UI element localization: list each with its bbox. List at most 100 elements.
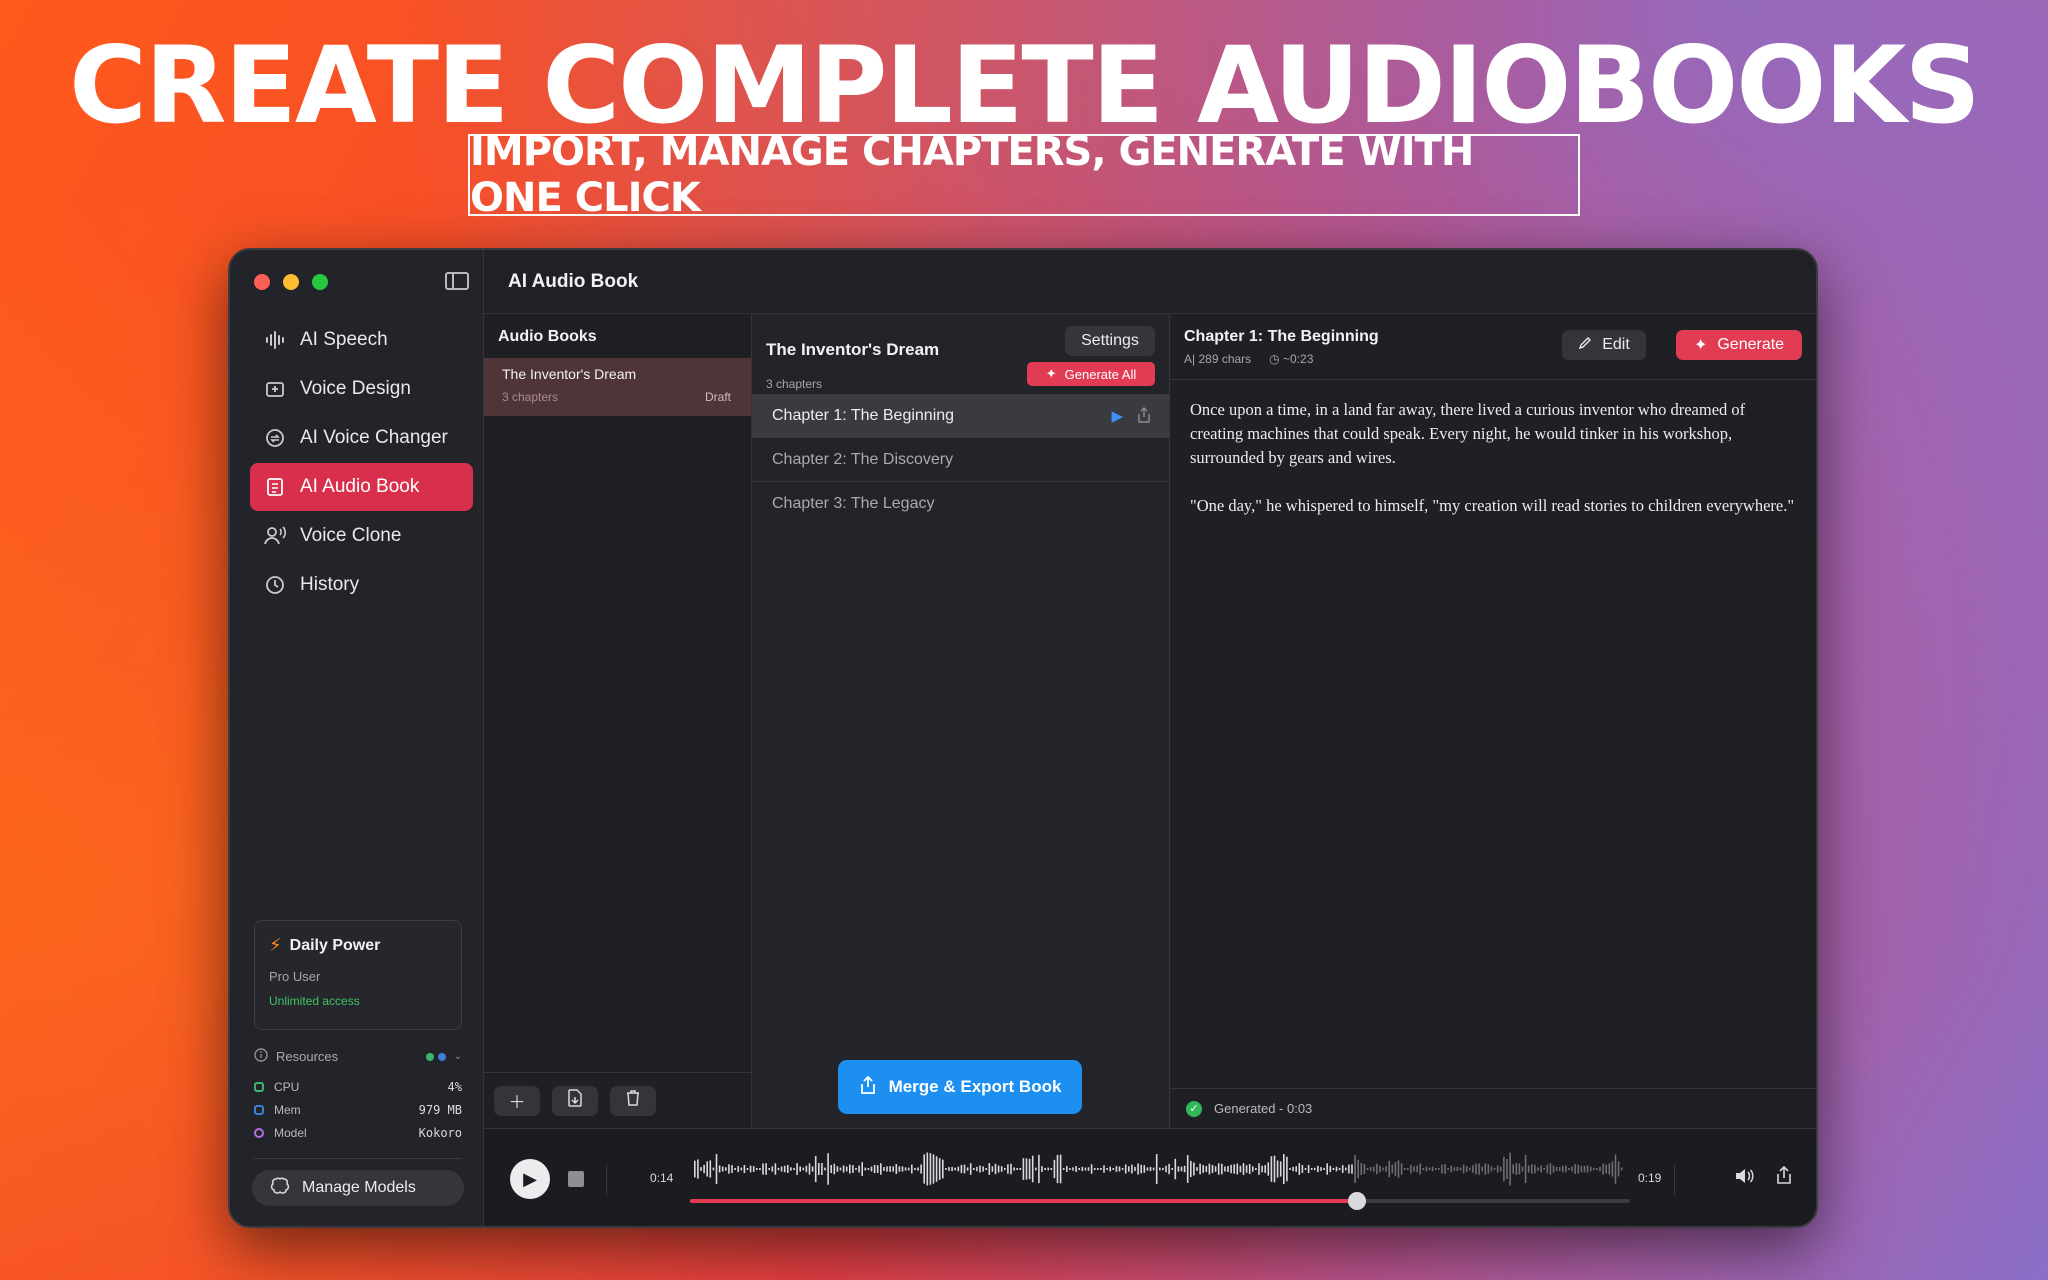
- resources-panel: Resources ⌄ CPU 4% Mem 979 MB Model Koko…: [254, 1048, 462, 1144]
- generate-button[interactable]: ✦ Generate: [1676, 330, 1802, 360]
- clock-icon: [264, 574, 286, 596]
- chapters-header: The Inventor's Dream 3 chapters Settings…: [752, 314, 1169, 394]
- import-file-icon: [567, 1089, 583, 1112]
- divider: [254, 1158, 462, 1159]
- text-size-icon: A|: [1184, 352, 1196, 366]
- cpu-icon: [254, 1081, 264, 1092]
- chapter-item-2[interactable]: Chapter 2: The Discovery: [752, 438, 1169, 482]
- stop-button[interactable]: [568, 1171, 584, 1187]
- progress-handle[interactable]: [1348, 1192, 1367, 1210]
- book-status: Draft: [704, 390, 731, 404]
- edit-button[interactable]: Edit: [1562, 330, 1646, 360]
- volume-icon[interactable]: [1734, 1167, 1754, 1190]
- sidebar-item-label: History: [300, 574, 360, 595]
- sidebar-item-label: AI Speech: [300, 329, 388, 350]
- chapter-detail-panel: Chapter 1: The Beginning A| 289 chars ◷ …: [1170, 314, 1816, 1128]
- chapter-item-1[interactable]: Chapter 1: The Beginning ▶: [752, 394, 1169, 438]
- sidebar-item-label: AI Voice Changer: [300, 427, 448, 448]
- audio-books-panel: Audio Books The Inventor's Dream 3 chapt…: [484, 314, 752, 1128]
- sidebar-item-history[interactable]: History: [250, 561, 473, 609]
- zoom-window-button[interactable]: [312, 274, 328, 290]
- play-chapter-icon[interactable]: ▶: [1111, 407, 1123, 425]
- brain-icon: [270, 1177, 290, 1200]
- duration-estimate: ~0:23: [1283, 352, 1314, 366]
- info-icon: [254, 1048, 268, 1065]
- sparkle-icon: ✦: [1045, 366, 1057, 381]
- model-icon: [254, 1127, 264, 1138]
- delete-book-button[interactable]: [610, 1085, 656, 1116]
- pencil-icon: [1578, 336, 1592, 355]
- close-window-button[interactable]: [254, 274, 270, 290]
- export-icon: [859, 1075, 877, 1100]
- resource-row-mem: Mem 979 MB: [254, 1098, 462, 1121]
- chapters-panel: The Inventor's Dream 3 chapters Settings…: [752, 314, 1170, 1128]
- merge-export-button[interactable]: Merge & Export Book: [838, 1060, 1082, 1114]
- voice-design-icon: [264, 378, 286, 400]
- sidebar-item-voice-clone[interactable]: Voice Clone: [250, 512, 473, 560]
- generation-status: ✓ Generated - 0:03: [1170, 1088, 1816, 1128]
- sidebar-item-ai-voice-changer[interactable]: AI Voice Changer: [250, 414, 473, 462]
- clock-icon: ◷: [1269, 352, 1280, 366]
- sidebar-item-label: AI Audio Book: [300, 476, 420, 497]
- power-title: Daily Power: [289, 936, 381, 954]
- book-chapter-count: 3 chapters: [502, 390, 559, 404]
- minimize-window-button[interactable]: [283, 274, 299, 290]
- divider: [1674, 1165, 1675, 1195]
- voice-changer-icon: [264, 427, 286, 449]
- manage-models-button[interactable]: Manage Models: [252, 1170, 464, 1206]
- play-button[interactable]: ▶: [510, 1159, 550, 1199]
- checkmark-icon: ✓: [1186, 1100, 1202, 1117]
- import-book-button[interactable]: [552, 1085, 598, 1116]
- resources-title: Resources: [276, 1049, 339, 1064]
- chapter-label: Chapter 3: The Legacy: [772, 495, 935, 512]
- chapter-text[interactable]: Once upon a time, in a land far away, th…: [1170, 380, 1816, 560]
- share-chapter-icon[interactable]: [1137, 406, 1151, 426]
- detail-header: Chapter 1: The Beginning A| 289 chars ◷ …: [1170, 314, 1816, 380]
- plus-icon: ＋: [508, 1093, 526, 1112]
- resources-header[interactable]: Resources ⌄: [254, 1048, 462, 1065]
- chapter-paragraph: Once upon a time, in a land far away, th…: [1190, 400, 1746, 467]
- book-item[interactable]: The Inventor's Dream 3 chapters Draft: [484, 358, 751, 416]
- resource-indicators: ⌄: [425, 1051, 462, 1062]
- divider: [606, 1165, 607, 1195]
- waveform-icon: [264, 329, 286, 351]
- generate-all-button[interactable]: ✦ Generate All: [1027, 362, 1155, 386]
- sidebar-nav: AI Speech Voice Design AI Voice Changer …: [250, 316, 473, 610]
- book-name: The Inventor's Dream: [502, 366, 637, 382]
- waveform[interactable]: [690, 1147, 1630, 1191]
- sidebar-item-voice-design[interactable]: Voice Design: [250, 365, 473, 413]
- share-icon[interactable]: [1776, 1165, 1792, 1190]
- char-count: 289 chars: [1198, 352, 1252, 366]
- headline: CREATE COMPLETE AUDIOBOOKS: [69, 24, 1981, 147]
- trash-icon: [625, 1089, 641, 1112]
- daily-power-card: ⚡ Daily Power Pro User Unlimited access: [254, 920, 462, 1030]
- current-time: 0:14: [650, 1171, 674, 1185]
- sidebar-item-label: Voice Design: [300, 378, 411, 399]
- memory-icon: [254, 1104, 264, 1115]
- books-toolbar: ＋: [484, 1072, 751, 1128]
- subheadline: IMPORT, MANAGE CHAPTERS, GENERATE WITH O…: [468, 129, 1580, 221]
- power-user: Pro User: [269, 969, 321, 984]
- app-window: AI Speech Voice Design AI Voice Changer …: [228, 248, 1818, 1228]
- status-text: Generated - 0:03: [1214, 1101, 1313, 1116]
- sidebar: AI Speech Voice Design AI Voice Changer …: [230, 250, 484, 1226]
- sidebar-item-label: Voice Clone: [300, 525, 402, 546]
- bolt-icon: ⚡: [269, 935, 282, 955]
- sidebar-item-ai-audio-book[interactable]: AI Audio Book: [250, 463, 473, 511]
- window-title: AI Audio Book: [484, 250, 1816, 314]
- chapter-item-3[interactable]: Chapter 3: The Legacy: [752, 482, 1169, 526]
- settings-button[interactable]: Settings: [1065, 326, 1155, 356]
- voice-clone-icon: [264, 525, 286, 547]
- progress-fill: [690, 1199, 1358, 1203]
- sidebar-item-ai-speech[interactable]: AI Speech: [250, 316, 473, 364]
- chapter-paragraph: "One day," he whispered to himself, "my …: [1190, 496, 1795, 515]
- add-book-button[interactable]: ＋: [494, 1085, 540, 1116]
- resource-row-cpu: CPU 4%: [254, 1075, 462, 1098]
- sparkle-icon: ✦: [1693, 337, 1708, 354]
- resource-row-model: Model Kokoro: [254, 1121, 462, 1144]
- audio-books-title: Audio Books: [498, 328, 597, 345]
- sidebar-toggle-icon[interactable]: [445, 272, 469, 290]
- window-controls: [254, 274, 328, 290]
- play-icon: ▶: [523, 1168, 537, 1189]
- progress-track[interactable]: [690, 1192, 1630, 1210]
